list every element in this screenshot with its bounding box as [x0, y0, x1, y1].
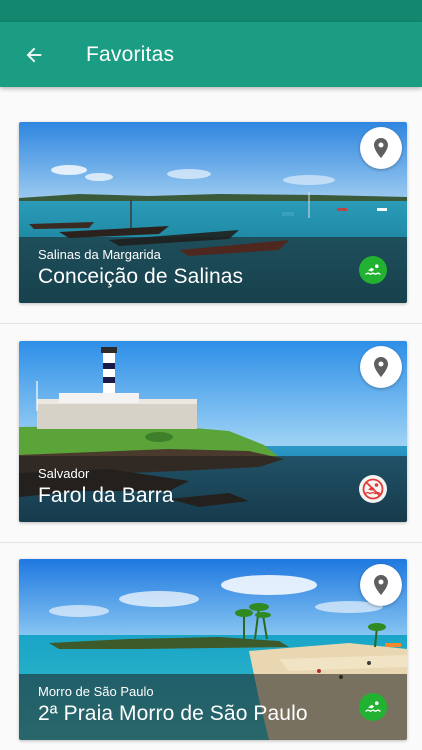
no-swimming-icon — [362, 478, 384, 500]
favorites-list: Salinas da Margarida Conceição de Salina… — [0, 87, 422, 750]
back-button[interactable] — [0, 22, 68, 87]
swim-allowed-badge — [359, 693, 387, 721]
card-city: Salinas da Margarida — [38, 247, 161, 262]
status-bar — [0, 0, 422, 22]
map-pin-button[interactable] — [360, 127, 402, 169]
card-title: Conceição de Salinas — [38, 265, 244, 288]
favorite-card[interactable]: Salvador Farol da Barra — [19, 341, 407, 522]
map-pin-icon — [374, 357, 388, 377]
map-pin-button[interactable] — [360, 564, 402, 606]
card-title: 2ª Praia Morro de São Paulo — [38, 702, 308, 725]
swimmer-icon — [365, 701, 381, 712]
card-city: Salvador — [38, 466, 90, 481]
swim-allowed-badge — [359, 256, 387, 284]
map-pin-button[interactable] — [360, 346, 402, 388]
app-bar: Favoritas — [0, 22, 422, 87]
card-info: Salvador Farol da Barra — [19, 456, 407, 522]
card-title: Farol da Barra — [38, 484, 174, 507]
arrow-left-icon — [26, 47, 42, 62]
card-info: Salinas da Margarida Conceição de Salina… — [19, 237, 407, 303]
swim-forbidden-badge — [359, 475, 387, 503]
divider — [0, 542, 422, 543]
page-title: Favoritas — [86, 42, 175, 66]
favorite-card[interactable]: Morro de São Paulo 2ª Praia Morro de São… — [19, 559, 407, 740]
card-info: Morro de São Paulo 2ª Praia Morro de São… — [19, 674, 407, 740]
favorite-card[interactable]: Salinas da Margarida Conceição de Salina… — [19, 122, 407, 303]
map-pin-icon — [374, 575, 388, 595]
map-pin-icon — [374, 138, 388, 158]
divider — [0, 323, 422, 324]
card-city: Morro de São Paulo — [38, 684, 154, 699]
swimmer-icon — [365, 264, 381, 275]
